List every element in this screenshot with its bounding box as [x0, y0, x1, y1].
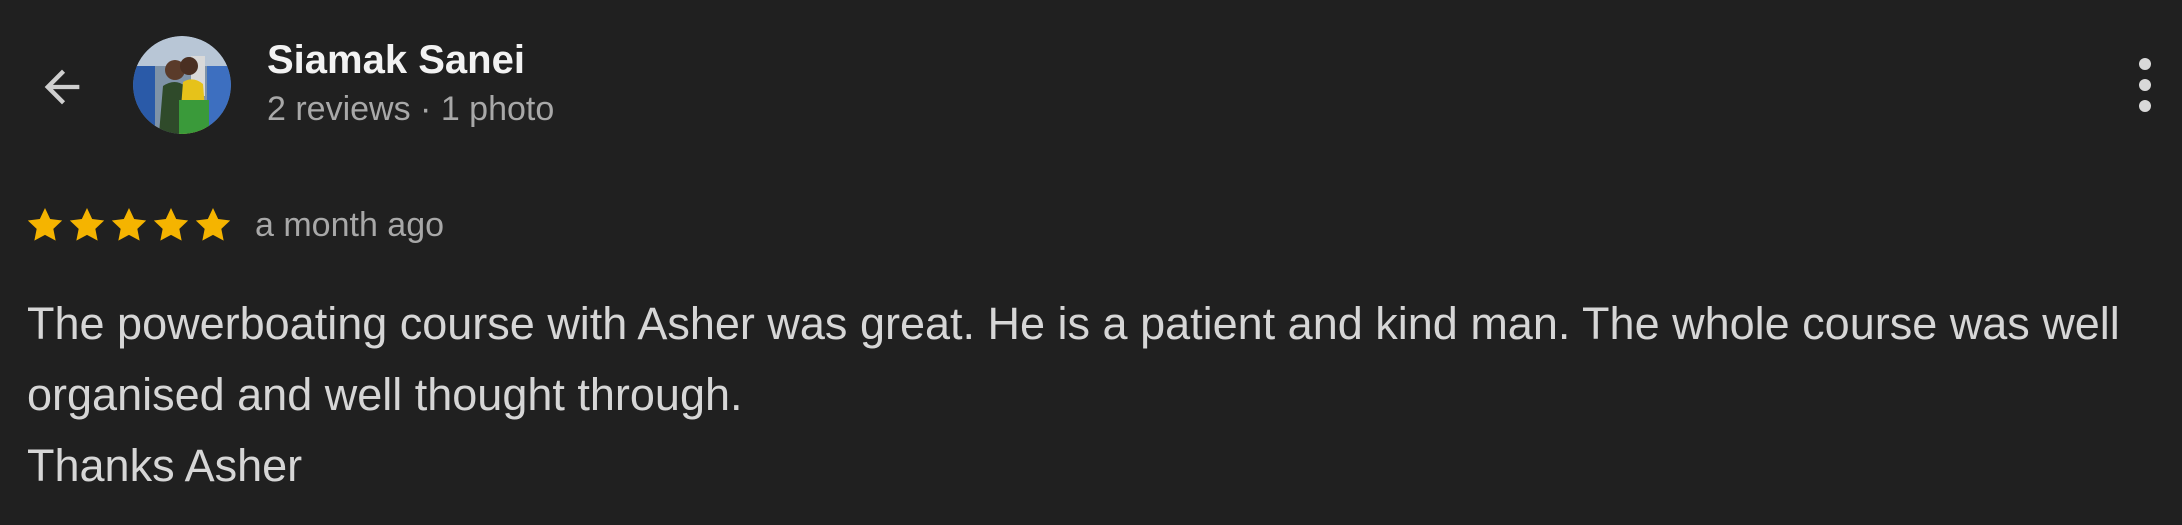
star-icon [153, 208, 189, 241]
back-button[interactable] [30, 55, 94, 119]
author-stats: 2 reviews · 1 photo [267, 90, 555, 128]
profile-photo [133, 36, 231, 134]
arrow-left-icon [44, 69, 80, 105]
star-rating [25, 205, 233, 245]
review-header: Siamak Sanei 2 reviews · 1 photo [0, 0, 2182, 150]
star-icon [111, 208, 147, 241]
avatar[interactable] [133, 36, 231, 134]
more-vertical-icon [2139, 58, 2151, 112]
star-icon [27, 208, 63, 241]
review-text-paragraph: The powerboating course with Asher was g… [27, 298, 2120, 420]
star-icon [69, 208, 105, 241]
review-text-signoff: Thanks Asher [27, 440, 303, 491]
review-timestamp: a month ago [255, 205, 445, 244]
more-options-button[interactable] [2120, 50, 2170, 120]
rating-row: a month ago [25, 200, 444, 250]
review-body: The powerboating course with Asher was g… [27, 288, 2147, 501]
author-name[interactable]: Siamak Sanei [267, 36, 525, 84]
star-icon [195, 208, 231, 241]
